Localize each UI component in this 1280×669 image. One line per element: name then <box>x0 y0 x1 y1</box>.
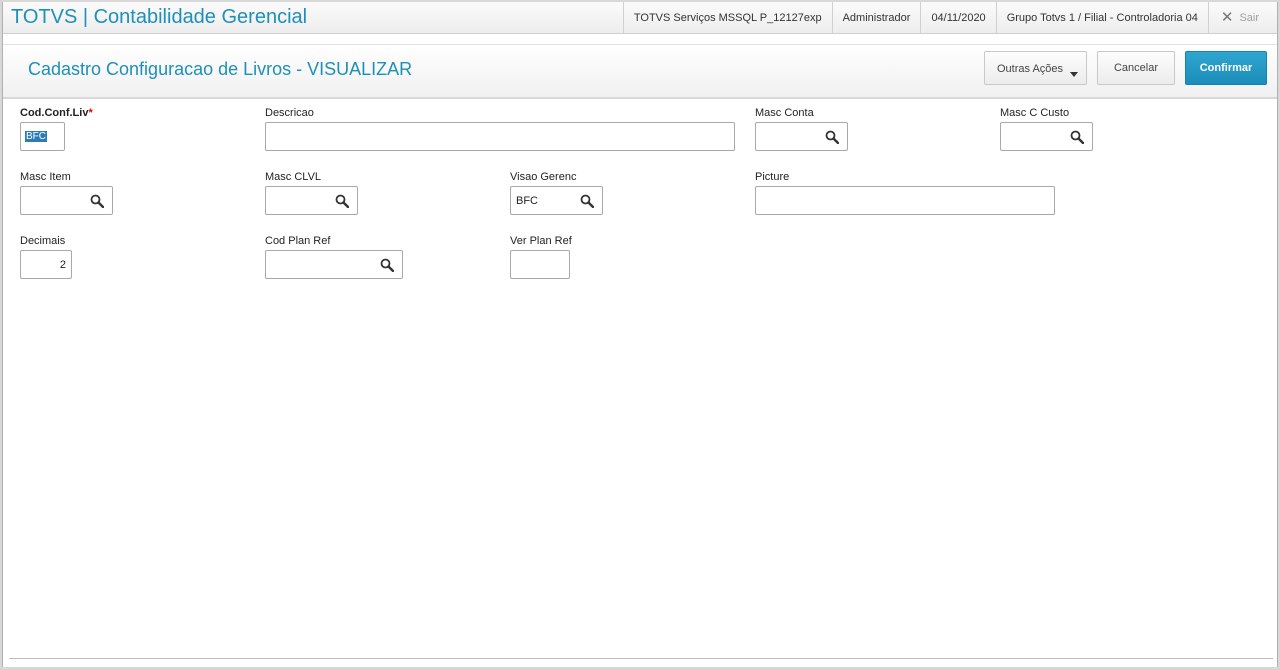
ver-plan-ref-input[interactable] <box>510 250 570 279</box>
decimais-input[interactable]: 2 <box>20 250 72 279</box>
visao-gerenc-label: Visao Gerenc <box>510 171 577 183</box>
cod-conf-liv-value: BFC <box>25 131 47 142</box>
environment-label: TOTVS Serviços MSSQL P_12127exp <box>622 2 832 33</box>
masc-clvl-label: Masc CLVL <box>265 171 322 183</box>
field-ver-plan-ref: Ver Plan Ref <box>510 234 572 279</box>
masc-conta-label: Masc Conta <box>755 107 814 119</box>
field-picture: Picture <box>755 170 1055 215</box>
ver-plan-ref-label: Ver Plan Ref <box>510 235 572 247</box>
field-descricao: Descricao <box>265 106 735 151</box>
field-masc-conta: Masc Conta <box>755 106 848 151</box>
form-area: Cod.Conf.Liv* BFC Descricao Masc Conta M… <box>3 98 1277 658</box>
cod-conf-liv-label: Cod.Conf.Liv <box>20 107 89 119</box>
field-masc-clvl: Masc CLVL <box>265 170 358 215</box>
search-icon[interactable] <box>335 194 349 208</box>
field-decimais: Decimais 2 <box>20 234 72 279</box>
search-icon[interactable] <box>1070 130 1084 144</box>
masc-c-custo-label: Masc C Custo <box>1000 107 1070 119</box>
search-icon[interactable] <box>380 258 394 272</box>
search-icon[interactable] <box>825 130 839 144</box>
app-title: TOTVS | Contabilidade Gerencial <box>11 6 308 28</box>
search-icon[interactable] <box>90 194 104 208</box>
descricao-input[interactable] <box>265 122 735 151</box>
exit-label: Sair <box>1239 11 1259 24</box>
cancel-button[interactable]: Cancelar <box>1097 51 1175 85</box>
branch-label[interactable]: Grupo Totvs 1 / Filial - Controladoria 0… <box>995 2 1208 33</box>
user-label: Administrador <box>831 2 921 33</box>
close-icon: ✕ <box>1220 9 1234 26</box>
other-actions-button[interactable]: Outras Ações <box>984 51 1087 85</box>
field-masc-c-custo: Masc C Custo <box>1000 106 1093 151</box>
cod-plan-ref-label: Cod Plan Ref <box>265 235 331 247</box>
page-header: Cadastro Configuracao de Livros - VISUAL… <box>3 44 1277 99</box>
session-info: TOTVS Serviços MSSQL P_12127exp Administ… <box>622 2 1277 33</box>
field-cod-conf-liv: Cod.Conf.Liv* BFC <box>20 106 93 151</box>
decimais-label: Decimais <box>20 235 66 247</box>
masc-item-input[interactable] <box>20 186 113 215</box>
exit-button[interactable]: ✕ Sair <box>1207 2 1277 33</box>
cod-plan-ref-input[interactable] <box>265 250 403 279</box>
field-visao-gerenc: Visao Gerenc BFC <box>510 170 603 215</box>
cod-conf-liv-input[interactable]: BFC <box>20 122 65 151</box>
footer-divider <box>9 658 1273 659</box>
masc-c-custo-input[interactable] <box>1000 122 1093 151</box>
page-title: Cadastro Configuracao de Livros - VISUAL… <box>28 59 413 79</box>
confirm-button[interactable]: Confirmar <box>1185 51 1267 85</box>
caret-down-icon <box>1070 72 1078 77</box>
top-bar: TOTVS | Contabilidade Gerencial TOTVS Se… <box>3 2 1277 34</box>
picture-input[interactable] <box>755 186 1055 215</box>
visao-gerenc-value: BFC <box>516 194 538 207</box>
search-icon[interactable] <box>580 194 594 208</box>
app-window: TOTVS | Contabilidade Gerencial TOTVS Se… <box>2 2 1278 667</box>
masc-item-label: Masc Item <box>20 171 71 183</box>
visao-gerenc-input[interactable]: BFC <box>510 186 603 215</box>
field-masc-item: Masc Item <box>20 170 113 215</box>
date-label: 04/11/2020 <box>920 2 995 33</box>
other-actions-label: Outras Ações <box>997 63 1064 75</box>
masc-clvl-input[interactable] <box>265 186 358 215</box>
picture-label: Picture <box>755 171 790 183</box>
decimais-value: 2 <box>59 258 66 271</box>
field-cod-plan-ref: Cod Plan Ref <box>265 234 403 279</box>
required-star: * <box>88 107 93 119</box>
descricao-label: Descricao <box>265 107 314 119</box>
masc-conta-input[interactable] <box>755 122 848 151</box>
